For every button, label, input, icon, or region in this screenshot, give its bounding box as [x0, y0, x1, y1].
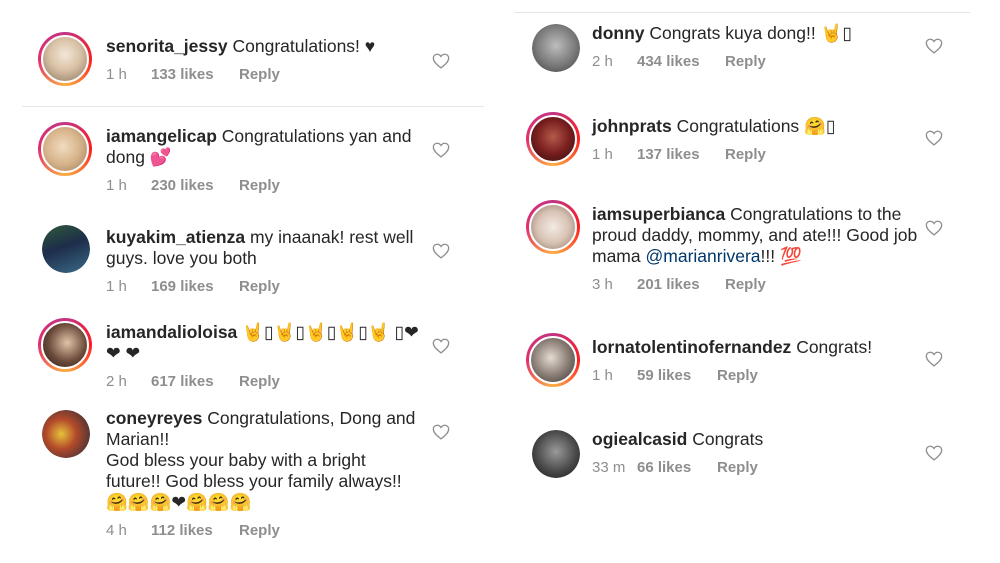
comment-time: 2 h: [592, 53, 613, 70]
comments-column-left: senorita_jessy Congratulations! ♥ 1 h 13…: [0, 0, 490, 563]
comment-likes[interactable]: 59 likes: [637, 365, 717, 386]
comment-username[interactable]: coneyreyes: [106, 408, 202, 428]
comment-likes[interactable]: 201 likes: [637, 274, 725, 295]
comment-body: johnprats Congratulations 🤗▯ 1 h 137 lik…: [592, 116, 930, 165]
reply-button[interactable]: Reply: [717, 365, 758, 386]
comment-likes[interactable]: 169 likes: [151, 276, 239, 297]
comment-emoji-line: 🤗🤗🤗❤🤗🤗🤗: [106, 492, 252, 512]
comment-likes[interactable]: 66 likes: [637, 457, 717, 478]
heart-outline-icon[interactable]: [925, 130, 943, 146]
heart-outline-icon[interactable]: [432, 142, 450, 158]
comment-time: 1 h: [592, 146, 613, 163]
comment-username[interactable]: senorita_jessy: [106, 36, 228, 56]
reply-button[interactable]: Reply: [717, 457, 758, 478]
divider: [22, 106, 484, 107]
heart-outline-icon[interactable]: [432, 53, 450, 69]
comment-likes[interactable]: 137 likes: [637, 144, 725, 165]
comment-body: iamandalioloisa 🤘▯🤘▯🤘▯🤘▯🤘 ▯❤ ❤ ❤ 2 h 617…: [106, 322, 420, 392]
comment-time: 1 h: [592, 367, 613, 384]
comment-username[interactable]: donny: [592, 23, 645, 43]
comment-username[interactable]: kuyakim_atienza: [106, 227, 245, 247]
comment-time: 4 h: [106, 522, 127, 539]
heart-outline-icon[interactable]: [925, 38, 943, 54]
heart-outline-icon[interactable]: [925, 220, 943, 236]
comment-username[interactable]: iamsuperbianca: [592, 204, 725, 224]
avatar[interactable]: [526, 333, 580, 387]
comment-body: coneyreyes Congratulations, Dong and Mar…: [106, 408, 420, 541]
comment-likes[interactable]: 434 likes: [637, 51, 725, 72]
comment-body: kuyakim_atienza my inaanak! rest well gu…: [106, 227, 420, 297]
avatar[interactable]: [532, 430, 580, 478]
comment-body: iamangelicap Congratulations yan and don…: [106, 126, 420, 196]
heart-outline-icon[interactable]: [432, 338, 450, 354]
reply-button[interactable]: Reply: [239, 175, 280, 196]
comment-time: 2 h: [106, 373, 127, 390]
heart-outline-icon[interactable]: [432, 424, 450, 440]
comment-text-end: !!! 💯: [760, 246, 802, 266]
comment-likes[interactable]: 230 likes: [151, 175, 239, 196]
reply-button[interactable]: Reply: [239, 64, 280, 85]
avatar[interactable]: [42, 410, 90, 458]
comment-text-line: God bless your baby with a bright future…: [106, 450, 402, 491]
comment-mention-link[interactable]: @marianrivera: [646, 246, 761, 266]
comment-likes[interactable]: 617 likes: [151, 371, 239, 392]
reply-button[interactable]: Reply: [725, 51, 766, 72]
comment-text: Congratulations! ♥: [232, 36, 376, 56]
comment-time: 3 h: [592, 276, 613, 293]
comment-text: Congrats!: [796, 337, 873, 357]
comment-body: senorita_jessy Congratulations! ♥ 1 h 13…: [106, 36, 420, 85]
reply-button[interactable]: Reply: [239, 371, 280, 392]
reply-button[interactable]: Reply: [239, 276, 280, 297]
comment-body: iamsuperbianca Congratulations to the pr…: [592, 204, 930, 295]
comment-text: Congrats: [692, 429, 764, 449]
comment-time: 33 m: [592, 459, 626, 476]
comment-username[interactable]: iamandalioloisa: [106, 322, 237, 342]
reply-button[interactable]: Reply: [725, 274, 766, 295]
heart-outline-icon[interactable]: [925, 445, 943, 461]
comment-body: ogiealcasid Congrats 33 m 66 likes Reply: [592, 429, 930, 478]
comment-likes[interactable]: 112 likes: [151, 520, 239, 541]
avatar[interactable]: [526, 200, 580, 254]
comment-likes[interactable]: 133 likes: [151, 64, 239, 85]
divider: [514, 12, 970, 13]
comment-username[interactable]: johnprats: [592, 116, 672, 136]
comment-time: 1 h: [106, 278, 127, 295]
avatar[interactable]: [38, 318, 92, 372]
avatar[interactable]: [38, 122, 92, 176]
comment-text: Congrats kuya dong!! 🤘▯: [649, 23, 853, 43]
comment-time: 1 h: [106, 177, 127, 194]
comment-body: donny Congrats kuya dong!! 🤘▯ 2 h 434 li…: [592, 23, 930, 72]
comment-body: lornatolentinofernandez Congrats! 1 h 59…: [592, 337, 960, 386]
reply-button[interactable]: Reply: [725, 144, 766, 165]
comments-column-right: donny Congrats kuya dong!! 🤘▯ 2 h 434 li…: [510, 0, 1000, 563]
comment-username[interactable]: iamangelicap: [106, 126, 217, 146]
heart-outline-icon[interactable]: [432, 243, 450, 259]
avatar[interactable]: [526, 112, 580, 166]
comment-username[interactable]: lornatolentinofernandez: [592, 337, 791, 357]
comment-time: 1 h: [106, 66, 127, 83]
reply-button[interactable]: Reply: [239, 520, 280, 541]
heart-outline-icon[interactable]: [925, 351, 943, 367]
avatar[interactable]: [532, 24, 580, 72]
comment-text: Congratulations 🤗▯: [676, 116, 836, 136]
avatar[interactable]: [42, 225, 90, 273]
avatar[interactable]: [38, 32, 92, 86]
comment-username[interactable]: ogiealcasid: [592, 429, 687, 449]
